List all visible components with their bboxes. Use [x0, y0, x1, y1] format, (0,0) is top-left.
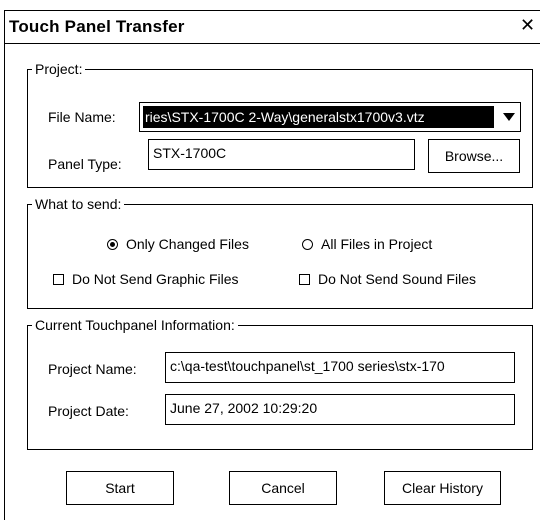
close-icon[interactable]: ✕ [520, 16, 535, 34]
touchpanel-info-legend: Current Touchpanel Information: [35, 317, 235, 333]
project-date-label: Project Date: [48, 403, 129, 419]
file-name-label: File Name: [48, 109, 116, 125]
all-files-in-project-label: All Files in Project [321, 236, 433, 252]
clear-history-button[interactable]: Clear History [384, 471, 501, 505]
panel-type-field[interactable]: STX-1700C [148, 139, 415, 170]
browse-button[interactable]: Browse... [428, 139, 520, 173]
what-to-send-group: What to send: [27, 196, 533, 309]
checkbox-icon [299, 274, 310, 285]
checkbox-icon [53, 274, 64, 285]
radio-selected-icon [107, 239, 118, 250]
all-files-in-project-radio[interactable]: All Files in Project [302, 236, 432, 252]
project-group-legend: Project: [35, 61, 83, 77]
only-changed-files-label: Only Changed Files [126, 236, 249, 252]
file-name-value: ries\STX-1700C 2-Way\generalstx1700v3.vt… [143, 106, 494, 128]
start-button[interactable]: Start [66, 471, 174, 505]
touch-panel-transfer-dialog: Touch Panel Transfer ✕ Project: File Nam… [4, 10, 540, 520]
project-date-field[interactable]: June 27, 2002 10:29:20 [165, 394, 515, 425]
window-title: Touch Panel Transfer [9, 17, 185, 36]
no-sound-files-label: Do Not Send Sound Files [318, 271, 476, 287]
title-bar[interactable]: Touch Panel Transfer ✕ [5, 11, 540, 44]
chevron-down-icon[interactable] [503, 113, 515, 121]
panel-type-label: Panel Type: [48, 156, 122, 172]
radio-unselected-icon [302, 239, 313, 250]
cancel-button[interactable]: Cancel [229, 471, 337, 505]
no-sound-files-checkbox[interactable]: Do Not Send Sound Files [299, 271, 476, 287]
what-to-send-legend: What to send: [35, 196, 122, 212]
only-changed-files-radio[interactable]: Only Changed Files [107, 236, 249, 252]
project-name-label: Project Name: [48, 361, 137, 377]
project-name-field[interactable]: c:\qa-test\touchpanel\st_1700 series\stx… [165, 352, 515, 383]
file-name-combobox[interactable]: ries\STX-1700C 2-Way\generalstx1700v3.vt… [139, 102, 521, 132]
touchpanel-info-group: Current Touchpanel Information: [27, 317, 533, 450]
no-graphic-files-label: Do Not Send Graphic Files [72, 271, 239, 287]
no-graphic-files-checkbox[interactable]: Do Not Send Graphic Files [53, 271, 239, 287]
